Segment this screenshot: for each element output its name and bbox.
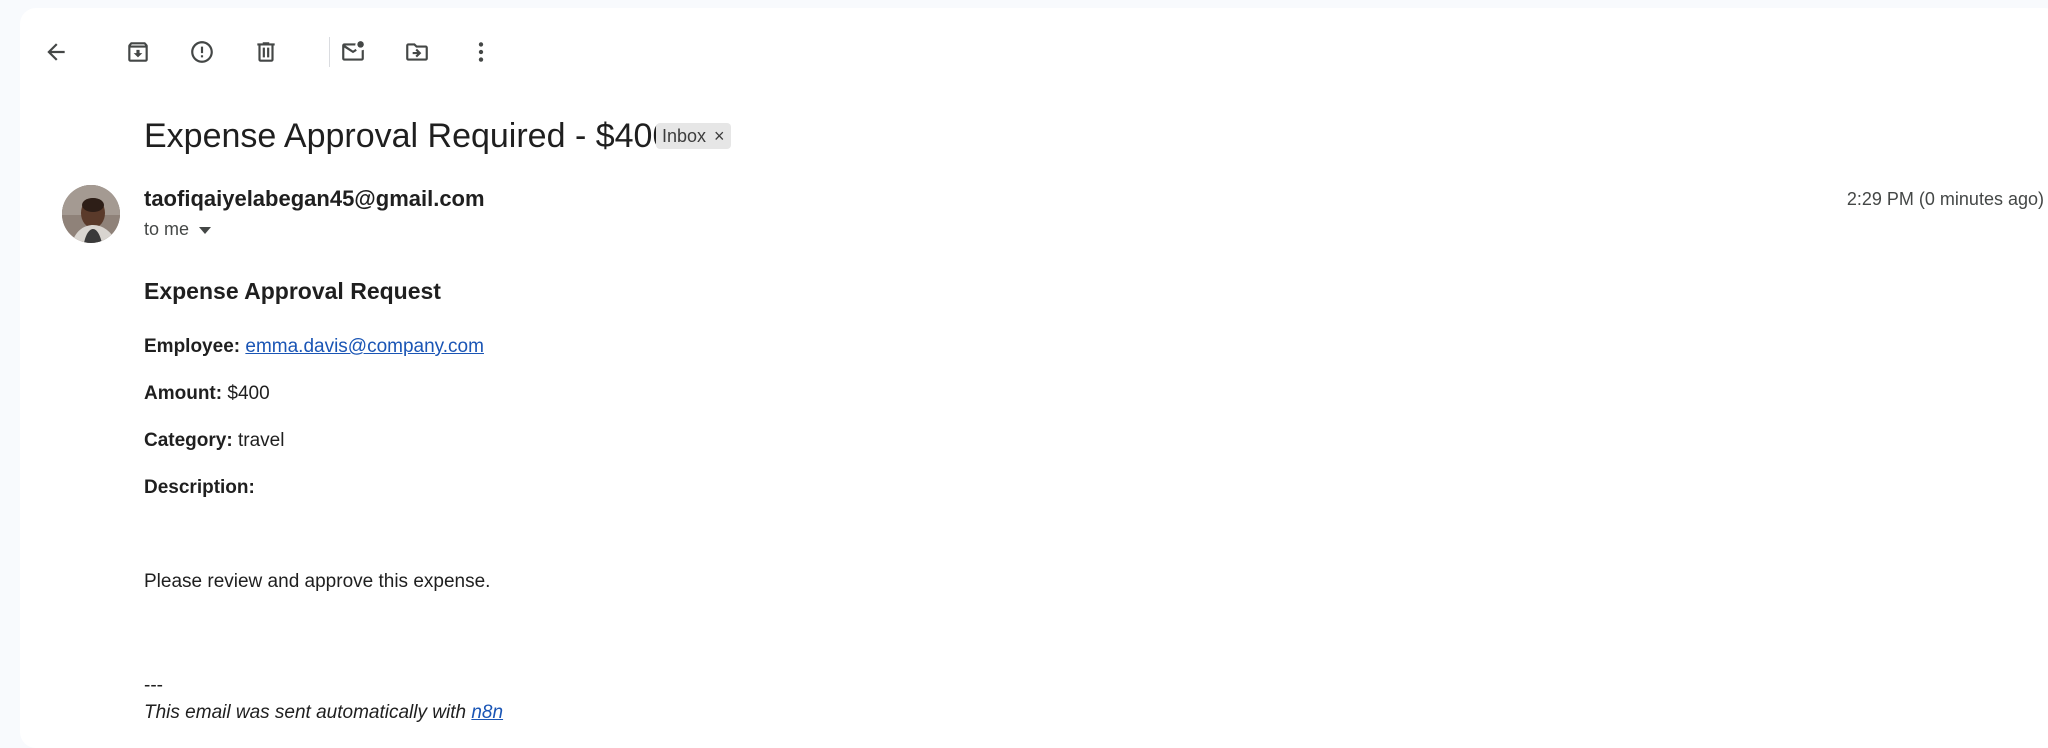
toolbar-divider [329,37,330,67]
category-label: Category: [144,430,233,451]
delete-button[interactable] [246,32,286,72]
trash-icon [257,42,275,62]
mark-unread-button[interactable] [333,32,373,72]
n8n-link[interactable]: n8n [471,702,503,723]
amount-label: Amount: [144,383,223,404]
recipient-text: to me [144,219,190,239]
label-name: Inbox [662,125,707,146]
email-panel: Expense Approval Required - $400 Inbox ×… [20,8,2048,748]
amount-row: Amount: $400 [144,383,270,405]
sender-email[interactable]: taofiqaiyelabegan45@gmail.com [144,186,485,212]
remove-label-icon[interactable]: × [714,127,725,145]
move-to-icon [406,43,428,61]
archive-button[interactable] [118,32,158,72]
category-row: Category: travel [144,430,284,452]
inbox-label-chip[interactable]: Inbox × [656,123,731,149]
category-value: travel [237,430,285,451]
more-options-button[interactable] [461,32,501,72]
description-label: Description: [144,477,255,498]
description-row: Description: [144,477,255,499]
employee-label: Employee: [144,336,241,357]
move-to-button[interactable] [397,32,437,72]
signature-text: This email was sent automatically with [144,702,467,723]
archive-icon [128,42,148,62]
employee-email-link[interactable]: emma.davis@company.com [245,336,484,357]
email-timestamp: 2:29 PM (0 minutes ago) [1846,189,2044,209]
arrow-left-icon [47,43,65,61]
email-subject: Expense Approval Required - $400 [144,117,672,155]
recipient-line: to me [144,219,212,240]
signature-separator: --- [144,675,163,696]
back-button[interactable] [36,32,76,72]
report-spam-icon [191,41,213,63]
request-text: Please review and approve this expense. [144,571,491,592]
report-spam-button[interactable] [182,32,222,72]
avatar[interactable] [62,185,120,243]
body-heading: Expense Approval Request [144,278,441,304]
signature-line: This email was sent automatically with n… [144,702,503,724]
mark-unread-icon [342,41,364,61]
employee-row: Employee: emma.davis@company.com [144,336,484,358]
more-vert-icon [478,42,484,62]
avatar-photo [62,185,120,243]
amount-value: $400 [227,383,270,404]
show-details-chevron-down-icon[interactable] [199,227,212,234]
